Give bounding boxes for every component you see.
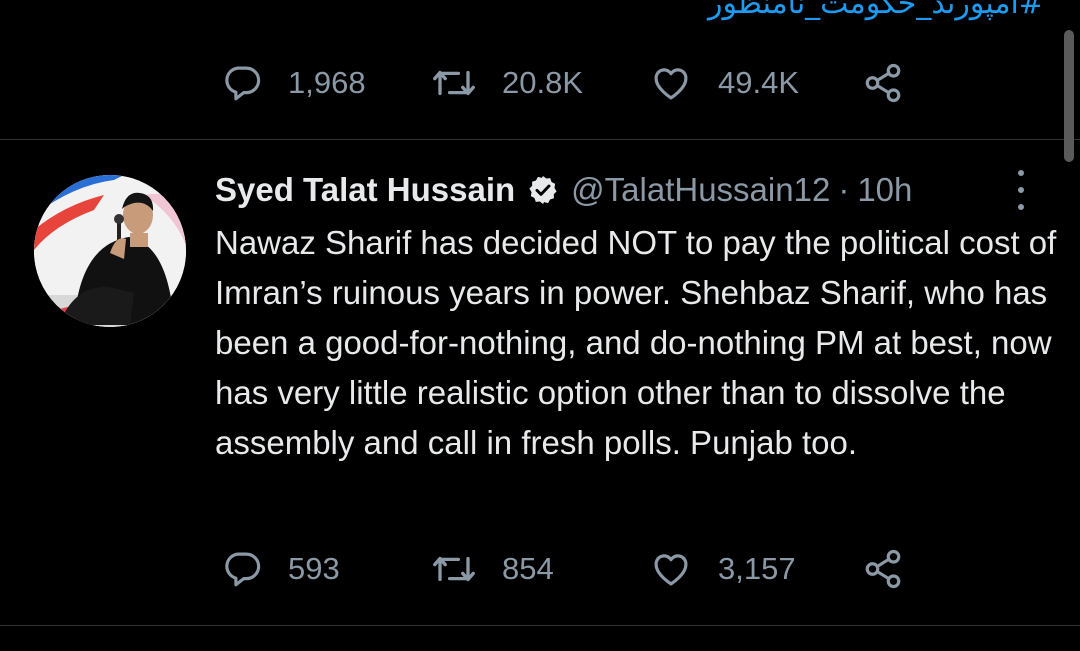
avatar-photo: [34, 175, 186, 327]
previous-tweet-actions: 1,968 20.8K 49.4K: [220, 62, 906, 104]
reply-count: 593: [288, 551, 340, 586]
more-options-icon[interactable]: [1008, 170, 1034, 210]
tweet-header: Syed Talat Hussain @TalatHussain12 · 10h: [215, 168, 912, 212]
retweet-button[interactable]: 20.8K: [430, 62, 648, 104]
share-button[interactable]: [860, 62, 906, 104]
verified-badge-icon: [527, 174, 559, 206]
reply-button[interactable]: 1,968: [220, 62, 430, 104]
header-separator: ·: [838, 171, 850, 208]
tweet-actions: 593 854 3,157: [220, 548, 906, 590]
retweet-icon: [433, 556, 475, 582]
like-button[interactable]: 49.4K: [648, 62, 860, 104]
like-icon: [654, 68, 688, 100]
user-handle[interactable]: @TalatHussain12: [571, 171, 830, 209]
scrollbar[interactable]: [1064, 30, 1074, 162]
hashtag-link[interactable]: #امپورٹڈ_حکومت_نامنظور: [708, 0, 1044, 21]
tweet-divider: [0, 139, 1080, 140]
like-button[interactable]: 3,157: [648, 548, 860, 590]
like-count: 49.4K: [718, 65, 800, 100]
reply-icon: [225, 66, 261, 101]
retweet-count: 854: [502, 551, 554, 586]
retweet-icon: [433, 70, 475, 96]
share-icon: [865, 63, 901, 103]
tweet-timestamp[interactable]: 10h: [857, 171, 912, 209]
display-name[interactable]: Syed Talat Hussain: [215, 171, 515, 209]
reply-count: 1,968: [288, 65, 366, 100]
tweet-divider: [0, 625, 1080, 626]
share-button[interactable]: [860, 548, 906, 590]
reply-button[interactable]: 593: [220, 548, 430, 590]
retweet-button[interactable]: 854: [430, 548, 648, 590]
like-count: 3,157: [718, 551, 796, 586]
reply-icon: [225, 552, 261, 587]
avatar[interactable]: [34, 175, 186, 327]
retweet-count: 20.8K: [502, 65, 584, 100]
share-icon: [865, 549, 901, 589]
tweet-text: Nawaz Sharif has decided NOT to pay the …: [215, 224, 1057, 461]
like-icon: [654, 554, 688, 586]
